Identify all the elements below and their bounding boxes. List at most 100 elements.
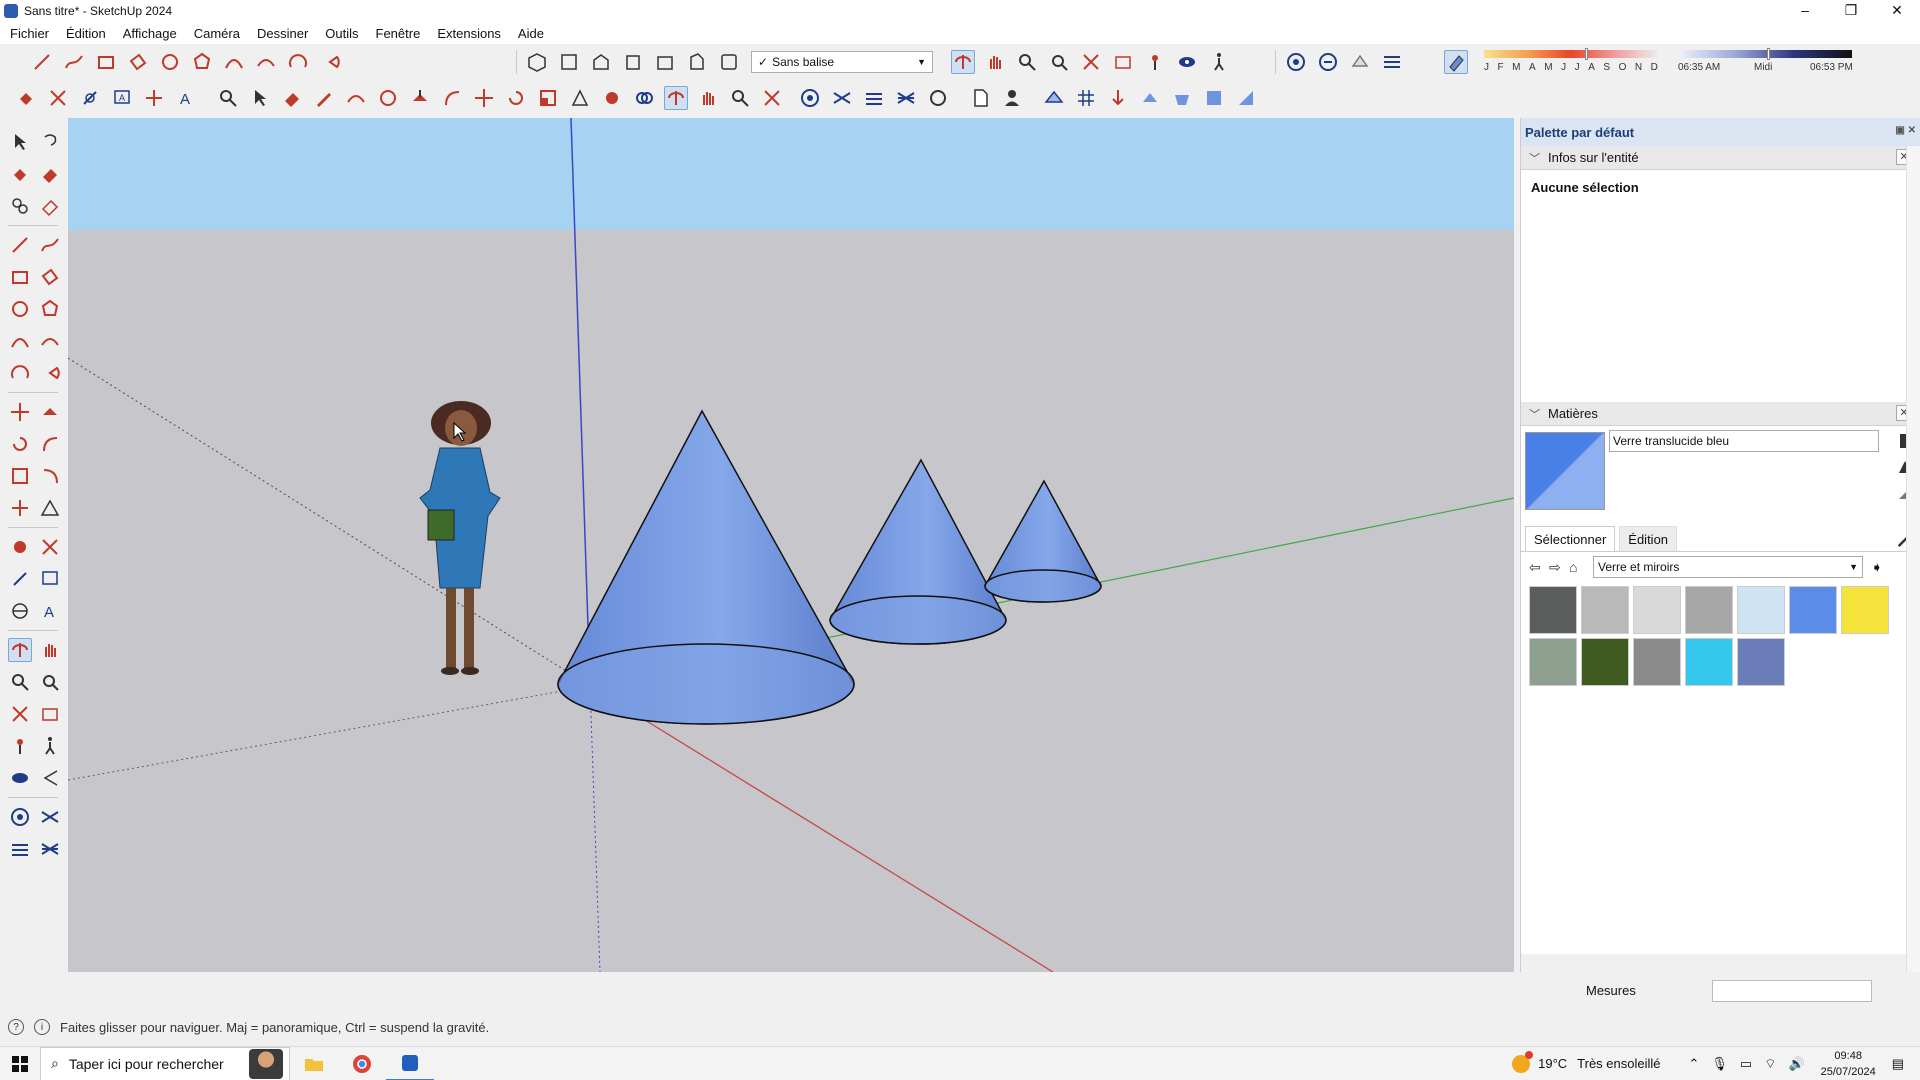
- arc-tool-icon[interactable]: [222, 50, 246, 74]
- scale-icon[interactable]: [8, 464, 32, 488]
- add-detail-icon[interactable]: [1202, 86, 1226, 110]
- menu-aide[interactable]: Aide: [518, 26, 544, 41]
- protractor-icon[interactable]: [38, 496, 62, 520]
- push-pull-tool-icon[interactable]: [38, 400, 62, 424]
- select-arrow-icon[interactable]: [8, 130, 32, 154]
- layers-icon[interactable]: [894, 86, 918, 110]
- line-tool-icon[interactable]: [30, 50, 54, 74]
- section-display-left-icon[interactable]: [38, 805, 62, 829]
- info-icon[interactable]: i: [34, 1019, 50, 1035]
- tape-measure-tool-icon[interactable]: [8, 567, 32, 591]
- zoom-window-icon[interactable]: [1047, 50, 1071, 74]
- tray-scrollbar[interactable]: [1906, 146, 1920, 972]
- 3d-viewport[interactable]: [68, 118, 1514, 972]
- menu-extensions[interactable]: Extensions: [437, 26, 501, 41]
- sketchup-taskbar-icon[interactable]: [386, 1047, 434, 1080]
- walk-tool-icon[interactable]: [1207, 50, 1231, 74]
- axes-tool-icon[interactable]: [142, 86, 166, 110]
- drape-icon[interactable]: [1170, 86, 1194, 110]
- orbit-active-icon[interactable]: [664, 86, 688, 110]
- select-tool-icon[interactable]: [248, 86, 272, 110]
- measurements-input[interactable]: [1712, 980, 1872, 1002]
- maximize-button[interactable]: ❐: [1828, 0, 1874, 22]
- menu-dessiner[interactable]: Dessiner: [257, 26, 308, 41]
- position-camera-left-icon[interactable]: [8, 734, 32, 758]
- two-point-arc-tool-icon[interactable]: [38, 329, 62, 353]
- eraser-icon[interactable]: [280, 86, 304, 110]
- material-swatch[interactable]: [1737, 638, 1785, 686]
- material-swatch[interactable]: [1737, 586, 1785, 634]
- notifications-icon[interactable]: ▤: [1892, 1056, 1904, 1072]
- offset-tool-icon[interactable]: [568, 86, 592, 110]
- left-view-icon[interactable]: [685, 50, 709, 74]
- model-canvas[interactable]: [68, 118, 1514, 972]
- chevron-up-icon[interactable]: ⌃: [1689, 1056, 1700, 1072]
- volume-icon[interactable]: 🔊: [1788, 1056, 1804, 1072]
- taskbar-search[interactable]: ⌕ Taper ici pour rechercher: [40, 1046, 290, 1080]
- bottom-view-icon[interactable]: [717, 50, 741, 74]
- material-swatch[interactable]: [1841, 586, 1889, 634]
- right-view-icon[interactable]: [621, 50, 645, 74]
- material-swatch[interactable]: [1529, 638, 1577, 686]
- follow-me-tool-icon[interactable]: [38, 432, 62, 456]
- current-material-swatch[interactable]: [1525, 432, 1605, 510]
- walk-icon[interactable]: [38, 734, 62, 758]
- zoom-left-icon[interactable]: [8, 670, 32, 694]
- shapes-dropdown-icon[interactable]: [376, 86, 400, 110]
- forward-arrow-icon[interactable]: ⇨: [1549, 559, 1569, 576]
- 3d-text-icon[interactable]: A: [174, 86, 198, 110]
- section-fill-2-icon[interactable]: [830, 86, 854, 110]
- orbit-tool-icon[interactable]: [951, 50, 975, 74]
- stamp-icon[interactable]: [1138, 86, 1162, 110]
- axes-icon[interactable]: [8, 496, 32, 520]
- pan-icon[interactable]: [38, 638, 62, 662]
- three-point-arc-tool-icon[interactable]: [8, 361, 32, 385]
- zoom-window-left-icon[interactable]: [38, 670, 62, 694]
- menu-outils[interactable]: Outils: [325, 26, 358, 41]
- text-tool-icon[interactable]: A: [110, 86, 134, 110]
- previous-icon[interactable]: [38, 702, 62, 726]
- menu-fichier[interactable]: Fichier: [10, 26, 49, 41]
- tags-left-icon[interactable]: [8, 837, 32, 861]
- month-slider-thumb[interactable]: [1584, 48, 1588, 60]
- section-plane-icon[interactable]: [1284, 50, 1308, 74]
- minimize-button[interactable]: –: [1782, 0, 1828, 22]
- time-slider[interactable]: [1678, 50, 1852, 58]
- menu-edition[interactable]: Édition: [66, 26, 106, 41]
- material-swatch[interactable]: [1633, 586, 1681, 634]
- pan-hand-icon[interactable]: [696, 86, 720, 110]
- look-around-left-icon[interactable]: [8, 766, 32, 790]
- help-icon[interactable]: ?: [8, 1019, 24, 1035]
- weather-widget[interactable]: 19°C Très ensoleillé: [1512, 1050, 1661, 1073]
- home-icon[interactable]: ⌂: [1569, 559, 1589, 575]
- previous-view-icon[interactable]: [1111, 50, 1135, 74]
- zoom-extents-left-icon[interactable]: [8, 702, 32, 726]
- paint-bucket-icon[interactable]: [14, 86, 38, 110]
- back-view-icon[interactable]: [653, 50, 677, 74]
- rectangle-icon[interactable]: [8, 265, 32, 289]
- material-swatch[interactable]: [1685, 638, 1733, 686]
- material-swatch[interactable]: [1789, 586, 1837, 634]
- zoom-extents-icon[interactable]: [1079, 50, 1103, 74]
- file-explorer-icon[interactable]: [290, 1047, 338, 1080]
- circle-icon[interactable]: [8, 297, 32, 321]
- new-file-icon[interactable]: [968, 86, 992, 110]
- material-swatch[interactable]: [1633, 638, 1681, 686]
- styles-icon[interactable]: [926, 86, 950, 110]
- top-view-icon[interactable]: [557, 50, 581, 74]
- shadows-toggle-icon[interactable]: [1444, 50, 1468, 74]
- tag-select[interactable]: ✓ Sans balise ▼: [751, 51, 933, 73]
- polygon-icon[interactable]: [38, 297, 62, 321]
- tags-icon[interactable]: [862, 86, 886, 110]
- menu-affichage[interactable]: Affichage: [123, 26, 177, 41]
- two-point-arc-icon[interactable]: [254, 50, 278, 74]
- move-tool-icon[interactable]: [472, 86, 496, 110]
- time-slider-thumb[interactable]: [1766, 48, 1770, 60]
- layers-left-icon[interactable]: [38, 837, 62, 861]
- section-plane-left-icon[interactable]: [8, 805, 32, 829]
- search-icon[interactable]: [216, 86, 240, 110]
- follow-me-icon[interactable]: [440, 86, 464, 110]
- push-pull-icon[interactable]: [408, 86, 432, 110]
- close-window-button[interactable]: ✕: [1874, 0, 1920, 22]
- outliner-icon[interactable]: [600, 86, 624, 110]
